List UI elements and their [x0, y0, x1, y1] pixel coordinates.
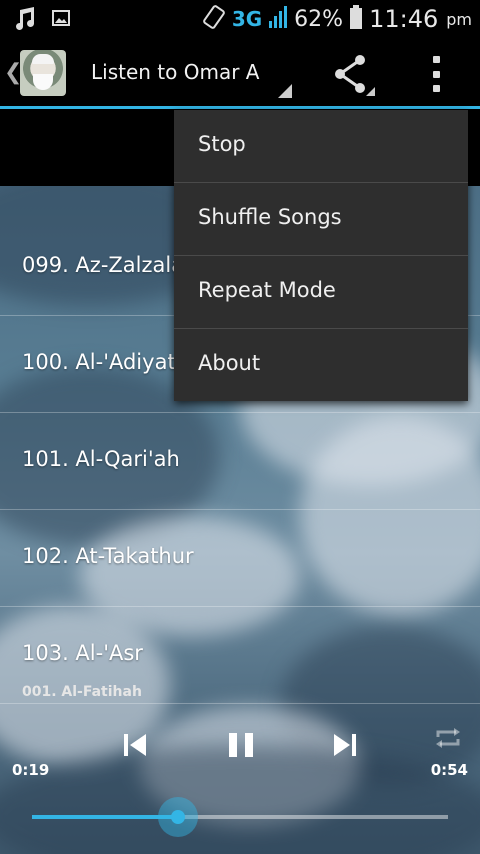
seek-thumb[interactable]	[158, 797, 198, 837]
list-item[interactable]: 101. Al-Qari'ah	[0, 413, 480, 510]
menu-item-label: Repeat Mode	[198, 278, 336, 302]
app-icon[interactable]	[20, 50, 66, 96]
current-time: 0:19	[12, 761, 50, 779]
app-title[interactable]: Listen to Omar Al-	[91, 60, 261, 84]
pause-icon[interactable]	[227, 731, 255, 763]
rotation-icon	[202, 4, 226, 34]
song-title: 100. Al-'Adiyat	[22, 350, 176, 374]
menu-item-shuffle[interactable]: Shuffle Songs	[174, 183, 468, 256]
song-title: 101. Al-Qari'ah	[22, 447, 180, 471]
music-note-icon	[14, 6, 36, 34]
repeat-icon[interactable]	[434, 727, 462, 753]
clock: 11:46	[369, 5, 439, 33]
song-title: 099. Az-Zalzalah	[22, 253, 198, 277]
battery-percent: 62%	[294, 6, 344, 32]
overflow-icon[interactable]	[426, 56, 446, 92]
list-item[interactable]: 102. At-Takathur	[0, 510, 480, 607]
menu-item-stop[interactable]: Stop	[174, 110, 468, 183]
total-time: 0:54	[430, 761, 468, 779]
now-playing-title: 001. Al-Fatihah	[22, 684, 142, 700]
menu-item-repeat[interactable]: Repeat Mode	[174, 256, 468, 329]
song-title: 103. Al-'Asr	[22, 641, 143, 665]
action-bar: ❮ Listen to Omar Al-	[0, 38, 480, 106]
menu-item-about[interactable]: About	[174, 329, 468, 401]
status-bar: 3G 62% 11:46 pm	[0, 0, 480, 38]
menu-item-label: Shuffle Songs	[198, 205, 342, 229]
share-dropdown-indicator	[366, 87, 375, 96]
previous-icon[interactable]	[122, 731, 148, 763]
signal-icon	[268, 5, 288, 33]
overflow-menu: Stop Shuffle Songs Repeat Mode About	[174, 110, 468, 401]
battery-icon	[349, 4, 363, 34]
clock-ampm: pm	[446, 9, 472, 29]
menu-item-label: About	[198, 351, 261, 375]
menu-item-label: Stop	[198, 132, 246, 156]
image-icon	[52, 9, 70, 31]
dropdown-indicator-icon	[278, 84, 292, 98]
next-icon[interactable]	[332, 731, 358, 763]
seek-bar-progress	[32, 815, 178, 819]
song-title: 102. At-Takathur	[22, 544, 194, 568]
network-type: 3G	[231, 7, 263, 31]
